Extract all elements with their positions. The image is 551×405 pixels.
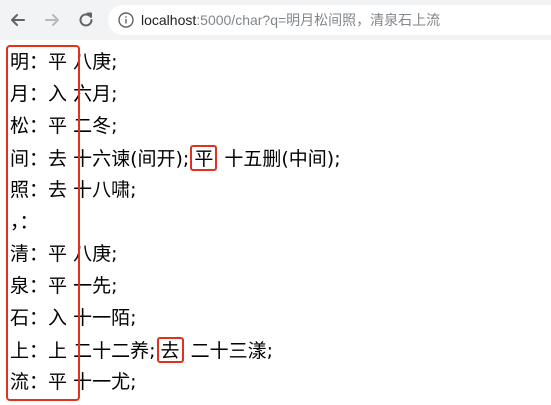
info-icon[interactable] <box>118 12 134 28</box>
result-row: 月：入 六月; <box>10 81 118 107</box>
row-rhyme-alt: 十五删(中间); <box>224 148 341 170</box>
row-tone: 去 <box>48 148 68 170</box>
result-row: 明：平 八庚; <box>10 49 118 75</box>
row-rhyme: 二冬; <box>73 115 118 137</box>
forward-button[interactable] <box>40 8 64 32</box>
row-separator: ： <box>29 243 49 265</box>
row-rhyme: 二十二养; <box>73 340 156 362</box>
row-separator: ： <box>29 179 49 201</box>
row-separator: ： <box>19 211 39 233</box>
back-arrow-icon <box>11 14 25 26</box>
url-text[interactable]: localhost:5000/char?q=明月松间照，清泉石上流 <box>141 11 440 29</box>
row-tone: 平 <box>48 243 68 265</box>
result-row: 松：平 二冬; <box>10 113 118 139</box>
url-host: localhost <box>141 12 197 28</box>
row-rhyme: 十六谏(间开); <box>73 148 190 170</box>
result-row: 石：入 十一陌; <box>10 305 137 331</box>
forward-arrow-icon <box>45 14 59 26</box>
result-row: 清：平 八庚; <box>10 241 118 267</box>
row-tone: 去 <box>48 179 68 201</box>
result-row: 间：去 十六谏(间开); 平 十五删(中间); <box>10 145 341 171</box>
row-tone: 平 <box>48 115 68 137</box>
alt-tone-highlight: 平 <box>190 145 218 171</box>
page-content: 明：平 八庚; 月：入 六月; 松：平 二冬; 间：去 十六谏(间开); 平 十五… <box>0 40 551 405</box>
row-char: 清 <box>10 243 30 265</box>
row-separator: ： <box>29 371 49 393</box>
row-separator: ： <box>29 340 49 362</box>
browser-toolbar: localhost:5000/char?q=明月松间照，清泉石上流 <box>0 0 551 40</box>
row-rhyme: 十一陌; <box>73 307 137 329</box>
row-rhyme: 一先; <box>73 275 118 297</box>
row-rhyme: 十一尤; <box>73 371 137 393</box>
row-rhyme: 八庚; <box>73 243 118 265</box>
alt-tone-highlight: 去 <box>156 337 184 363</box>
result-row: 照：去 十八啸; <box>10 177 137 203</box>
row-char: 明 <box>10 51 30 73</box>
result-row: 上：上 二十二养; 去 二十三漾; <box>10 337 273 363</box>
row-separator: ： <box>29 51 49 73</box>
reload-icon <box>79 12 93 27</box>
result-row: 泉：平 一先; <box>10 273 118 299</box>
row-tone: 平 <box>48 275 68 297</box>
row-tone: 上 <box>48 340 68 362</box>
row-char: 石 <box>10 307 30 329</box>
row-char: 松 <box>10 115 30 137</box>
row-char: 流 <box>10 371 30 393</box>
row-char: ， <box>10 211 20 233</box>
row-separator: ： <box>29 307 49 329</box>
url-path: :5000/char?q=明月松间照，清泉石上流 <box>196 12 441 28</box>
reload-button[interactable] <box>74 8 98 32</box>
row-rhyme: 十八啸; <box>73 179 137 201</box>
row-char: 上 <box>10 340 30 362</box>
row-separator: ： <box>29 83 49 105</box>
back-button[interactable] <box>6 8 30 32</box>
row-separator: ： <box>29 115 49 137</box>
result-row: 流：平 十一尤; <box>10 369 137 395</box>
address-bar[interactable]: localhost:5000/char?q=明月松间照，清泉石上流 <box>108 5 551 35</box>
result-row: ，： <box>10 209 39 235</box>
row-char: 月 <box>10 83 30 105</box>
row-char: 间 <box>10 148 30 170</box>
row-tone: 入 <box>48 83 68 105</box>
row-tone: 入 <box>48 307 68 329</box>
row-rhyme: 六月; <box>73 83 118 105</box>
row-char: 泉 <box>10 275 30 297</box>
row-tone: 平 <box>48 371 68 393</box>
row-tone: 平 <box>48 51 68 73</box>
row-rhyme: 八庚; <box>73 51 118 73</box>
row-rhyme-alt: 二十三漾; <box>190 340 273 362</box>
row-separator: ： <box>29 275 49 297</box>
row-separator: ： <box>29 148 49 170</box>
row-char: 照 <box>10 179 30 201</box>
